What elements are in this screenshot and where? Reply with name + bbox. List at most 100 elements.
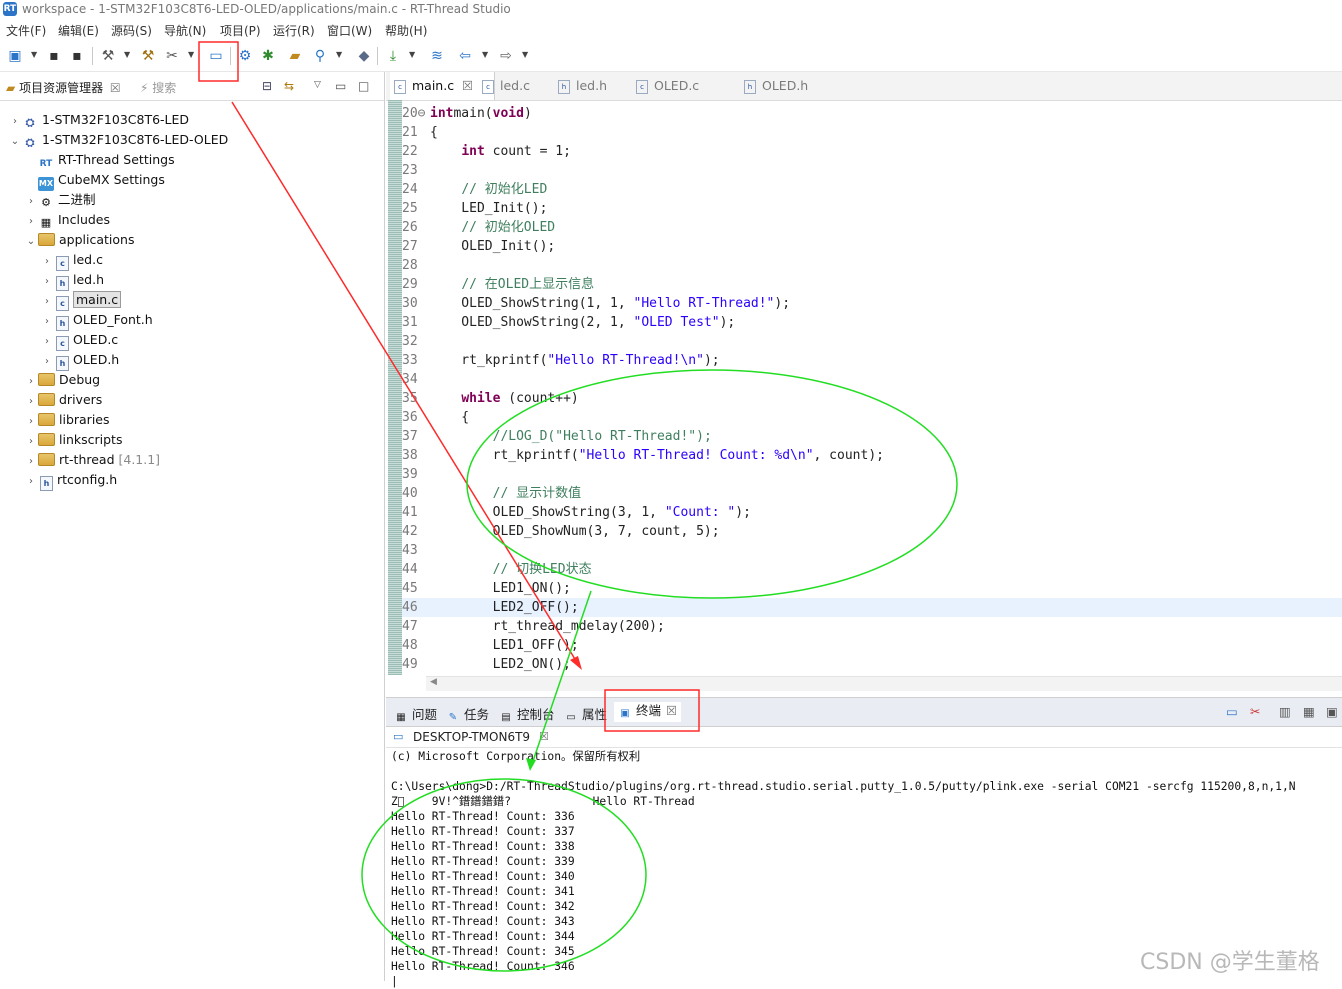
menu-project[interactable]: 项目(P) [220, 22, 261, 39]
code-line[interactable]: 28 [402, 256, 1342, 275]
menu-window[interactable]: 窗口(W) [327, 22, 372, 39]
chevron-right-icon[interactable]: › [40, 272, 54, 292]
menu-file[interactable]: 文件(F) [6, 22, 46, 39]
code-line[interactable]: 23 [402, 161, 1342, 180]
tree-item[interactable]: › drivers [24, 390, 102, 410]
scroll-left-icon[interactable]: ◀ [430, 677, 437, 687]
new-dropdown-icon[interactable]: ▼ [31, 50, 37, 59]
tree-item[interactable]: › ▦ Includes [24, 210, 110, 230]
code-line[interactable]: 30 OLED_ShowString(1, 1, "Hello RT-Threa… [402, 294, 1342, 313]
code-line[interactable]: 39 [402, 465, 1342, 484]
tab-tasks[interactable]: ✎ 任务 [446, 704, 489, 724]
forward-dropdown-icon[interactable]: ▼ [522, 50, 528, 59]
tree-item[interactable]: › h OLED.h [40, 350, 119, 371]
code-line[interactable]: 33 rt_kprintf("Hello RT-Thread!\n"); [402, 351, 1342, 370]
tree-item[interactable]: › ⛭ 1-STM32F103C8T6-LED [8, 110, 189, 130]
chevron-right-icon[interactable]: › [40, 292, 54, 312]
chevron-right-icon[interactable]: › [8, 112, 22, 132]
menu-help[interactable]: 帮助(H) [385, 22, 427, 39]
clear-icon[interactable]: ▦ [1303, 704, 1315, 719]
code-line[interactable]: 22 int count = 1; [402, 142, 1342, 161]
chevron-right-icon[interactable]: › [40, 252, 54, 272]
code-line[interactable]: 26 // 初始化OLED [402, 218, 1342, 237]
scroll-lock-icon[interactable]: ▥ [1279, 704, 1291, 719]
disconnect-icon[interactable]: ✂ [1250, 704, 1260, 719]
chevron-right-icon[interactable]: › [24, 192, 38, 212]
download-icon[interactable]: ⤓ [384, 47, 402, 65]
package-icon[interactable]: ◆ [355, 47, 373, 65]
tree-item[interactable]: › h OLED_Font.h [40, 310, 153, 332]
code-line[interactable]: 44 // 切换LED状态 [402, 560, 1342, 579]
chevron-right-icon[interactable]: › [24, 452, 38, 472]
code-line[interactable]: 27 OLED_Init(); [402, 237, 1342, 256]
code-line[interactable]: 24 // 初始化LED [402, 180, 1342, 199]
search-dropdown-icon[interactable]: ▼ [336, 50, 342, 59]
code-line[interactable]: 37 //LOG_D("Hello RT-Thread!"); [402, 427, 1342, 446]
tree-item[interactable]: › h led.h [40, 270, 104, 292]
code-line[interactable]: 25 LED_Init(); [402, 199, 1342, 218]
terminal-session-tab[interactable]: ▭ DESKTOP-TMON6T9 ☒ [386, 727, 1342, 748]
tree-item[interactable]: › ⚙ 二进制 [24, 190, 96, 210]
search-icon[interactable]: ⚲ [311, 47, 329, 65]
settings-gear-icon[interactable]: ⚙ [236, 47, 254, 65]
tree-item[interactable]: › h rtconfig.h [24, 470, 117, 492]
chevron-right-icon[interactable]: › [24, 212, 38, 232]
link-editor-icon[interactable]: ⇆ [284, 79, 294, 93]
code-line[interactable]: 42 OLED_ShowNum(3, 7, count, 5); [402, 522, 1342, 541]
chevron-right-icon[interactable]: › [24, 472, 38, 492]
minimize-icon[interactable]: ▭ [335, 79, 346, 93]
code-line[interactable]: 20⊖ intmain(void) [402, 104, 1342, 123]
terminal-monitor-icon[interactable]: ▭ [207, 47, 225, 65]
chevron-right-icon[interactable]: › [24, 432, 38, 452]
close-icon[interactable]: ☒ [539, 730, 549, 743]
tree-item[interactable]: RT RT-Thread Settings [24, 150, 175, 170]
chevron-right-icon[interactable]: › [40, 312, 54, 332]
code-line[interactable]: 49 LED2_ON(); [402, 655, 1342, 674]
chevron-right-icon[interactable]: › [24, 412, 38, 432]
tab-console[interactable]: ▤ 控制台 [499, 704, 554, 724]
code-line[interactable]: 45 LED1_ON(); [402, 579, 1342, 598]
tab-properties[interactable]: ▭ 属性 [564, 704, 607, 724]
menu-run[interactable]: 运行(R) [273, 22, 315, 39]
close-icon[interactable]: ☒ [458, 78, 473, 93]
code-line[interactable]: 48 LED1_OFF(); [402, 636, 1342, 655]
code-line[interactable]: 29 // 在OLED上显示信息 [402, 275, 1342, 294]
maximize-icon[interactable]: □ [358, 79, 369, 93]
menu-source[interactable]: 源码(S) [111, 22, 152, 39]
code-line[interactable]: 38 rt_kprintf("Hello RT-Thread! Count: %… [402, 446, 1342, 465]
build-dropdown-icon[interactable]: ▼ [124, 50, 130, 59]
tree-item[interactable]: › c main.c [40, 290, 122, 312]
clean-dropdown-icon[interactable]: ▼ [188, 50, 194, 59]
tree-item[interactable]: › libraries [24, 410, 110, 430]
pin-icon[interactable]: ▣ [1326, 704, 1338, 719]
tree-item[interactable]: MX CubeMX Settings [24, 170, 165, 191]
tab-oled-h[interactable]: h OLED.h [740, 72, 832, 100]
tab-project-explorer[interactable]: ▰ 项目资源管理器 ☒ [6, 79, 121, 96]
save-icon[interactable]: ▪ [45, 47, 63, 65]
tree-item[interactable]: ⌄ ⛭ 1-STM32F103C8T6-LED-OLED [8, 130, 228, 150]
code-line[interactable]: 31 OLED_ShowString(2, 1, "OLED Test"); [402, 313, 1342, 332]
clean-icon[interactable]: ✂ [163, 47, 181, 65]
code-line[interactable]: 36 { [402, 408, 1342, 427]
code-line[interactable]: 40 // 显示计数值 [402, 484, 1342, 503]
horizontal-scrollbar[interactable]: ◀ [426, 676, 1342, 691]
download-dropdown-icon[interactable]: ▼ [409, 50, 415, 59]
tree-item[interactable]: › rt-thread [4.1.1] [24, 450, 160, 470]
tree-item[interactable]: › Debug [24, 370, 100, 390]
chevron-right-icon[interactable]: › [24, 392, 38, 412]
tab-problems[interactable]: ▦ 问题 [394, 704, 437, 724]
menu-edit[interactable]: 编辑(E) [58, 22, 99, 39]
close-icon[interactable]: ☒ [666, 703, 677, 718]
new-icon[interactable]: ▣ [6, 47, 24, 65]
code-line[interactable]: 41 OLED_ShowString(3, 1, "Count: "); [402, 503, 1342, 522]
menu-navigate[interactable]: 导航(N) [164, 22, 206, 39]
rebuild-icon[interactable]: ⚒ [139, 47, 157, 65]
chevron-right-icon[interactable]: › [24, 372, 38, 392]
tree-item[interactable]: › c OLED.c [40, 330, 118, 351]
tab-search[interactable]: ⚡ 搜索 [140, 79, 176, 96]
collapse-all-icon[interactable]: ⊟ [262, 79, 272, 93]
save-all-icon[interactable]: ▪ [68, 47, 86, 65]
code-line[interactable]: 34 [402, 370, 1342, 389]
code-line[interactable]: 47 rt_thread_mdelay(200); [402, 617, 1342, 636]
code-line[interactable]: 46 LED2_OFF(); [402, 598, 1342, 617]
